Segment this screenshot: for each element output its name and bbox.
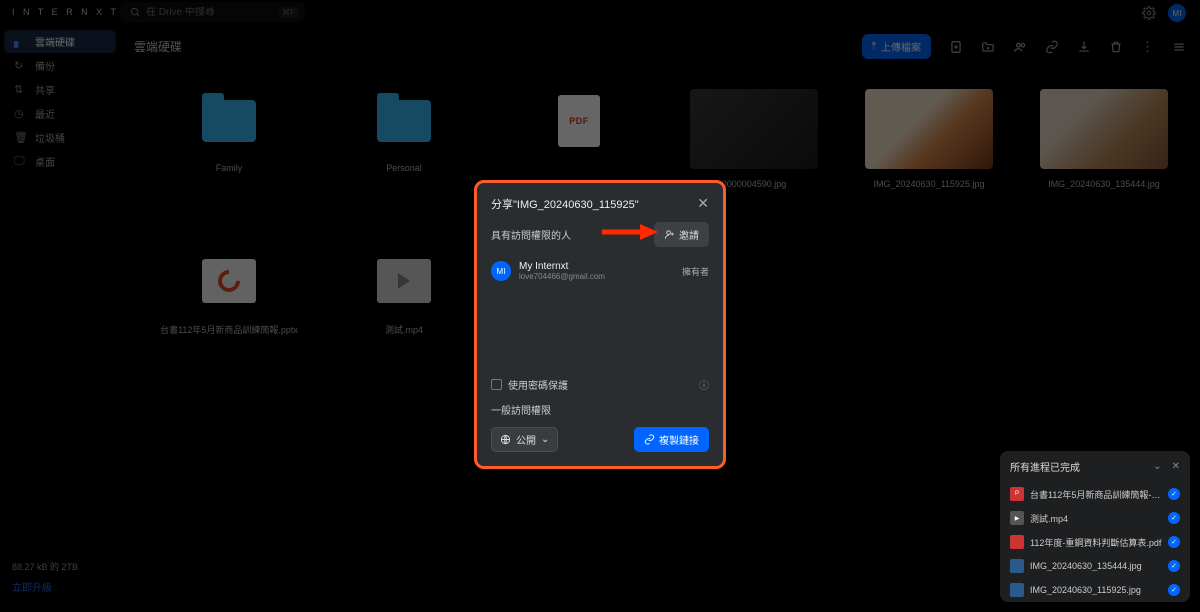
- file-type-icon: [1010, 535, 1024, 549]
- success-icon: ✓: [1168, 512, 1180, 524]
- copy-link-button[interactable]: 複製鏈接: [634, 427, 709, 452]
- visibility-label: 公開: [516, 432, 536, 447]
- success-icon: ✓: [1168, 536, 1180, 548]
- person-role: 擁有者: [682, 265, 709, 278]
- collapse-icon[interactable]: ⌄: [1153, 461, 1161, 472]
- upload-item[interactable]: IMG_20240630_115925.jpg ✓: [1000, 578, 1190, 602]
- success-icon: ✓: [1168, 560, 1180, 572]
- upload-item[interactable]: IMG_20240630_135444.jpg ✓: [1000, 554, 1190, 578]
- upload-progress-panel: 所有進程已完成 ⌄ ✕ P 台書112年5月新商品訓練簡報-統一窗 (we...…: [1000, 451, 1190, 602]
- file-type-icon: P: [1010, 487, 1024, 501]
- file-type-icon: ▶: [1010, 511, 1024, 525]
- success-icon: ✓: [1168, 488, 1180, 500]
- panel-title: 所有進程已完成: [1010, 459, 1080, 474]
- person-avatar: MI: [491, 261, 511, 281]
- copy-label: 複製鏈接: [659, 432, 699, 447]
- password-checkbox[interactable]: [491, 379, 502, 390]
- invite-icon: [664, 229, 675, 240]
- access-label: 具有訪問權限的人: [491, 227, 571, 242]
- file-type-icon: [1010, 559, 1024, 573]
- dialog-title: 分享"IMG_20240630_115925": [491, 196, 639, 212]
- file-name: 台書112年5月新商品訓練簡報-統一窗 (we...: [1030, 488, 1162, 501]
- file-name: 測試.mp4: [1030, 512, 1162, 525]
- general-access-label: 一般訪問權限: [491, 398, 709, 423]
- file-name: IMG_20240630_115925.jpg: [1030, 585, 1162, 595]
- file-type-icon: [1010, 583, 1024, 597]
- invite-button[interactable]: 邀請: [654, 222, 709, 247]
- info-icon[interactable]: ⓘ: [699, 377, 709, 392]
- visibility-dropdown[interactable]: 公開 ⌄: [491, 427, 558, 452]
- person-row: MI My Internxt love704466@gmail.com 擁有者: [491, 257, 709, 297]
- link-icon: [644, 434, 655, 445]
- close-icon[interactable]: ✕: [1172, 461, 1180, 472]
- person-email: love704466@gmail.com: [519, 272, 674, 281]
- invite-label: 邀請: [679, 227, 699, 242]
- person-name: My Internxt: [519, 261, 674, 272]
- annotation-arrow: [600, 222, 660, 242]
- upload-item[interactable]: ▶ 測試.mp4 ✓: [1000, 506, 1190, 530]
- password-label: 使用密碼保護: [508, 377, 693, 392]
- close-button[interactable]: ✕: [697, 195, 709, 212]
- upload-item[interactable]: 112年度-重鋼資料判斷估算表.pdf ✓: [1000, 530, 1190, 554]
- file-name: IMG_20240630_135444.jpg: [1030, 561, 1162, 571]
- file-name: 112年度-重鋼資料判斷估算表.pdf: [1030, 536, 1162, 549]
- globe-icon: [500, 434, 511, 445]
- upload-item[interactable]: P 台書112年5月新商品訓練簡報-統一窗 (we... ✓: [1000, 482, 1190, 506]
- success-icon: ✓: [1168, 584, 1180, 596]
- chevron-down-icon: ⌄: [541, 434, 549, 445]
